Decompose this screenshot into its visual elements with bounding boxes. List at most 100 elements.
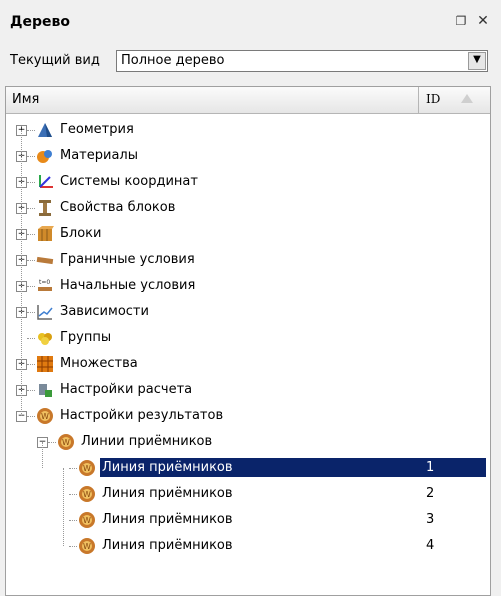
current-view-label: Текущий вид <box>10 53 100 68</box>
tree-row-label-wrap: Группы <box>58 328 113 347</box>
tree-row[interactable]: Группы <box>6 325 490 351</box>
tree-row-label: Системы координат <box>60 174 198 189</box>
tree-connector <box>69 546 77 547</box>
tree-row[interactable]: − W Линии приёмников <box>6 429 490 455</box>
tree-view[interactable]: Имя ID + Геометрия + Материалы + Системы коор… <box>5 86 491 596</box>
block-properties-icon <box>36 199 54 217</box>
receiver-lines-icon: W <box>57 433 75 451</box>
tree-connector <box>27 260 35 261</box>
tree-row[interactable]: W Линия приёмников 2 <box>6 481 490 507</box>
tree-row-label-wrap: Материалы <box>58 146 140 165</box>
tree-connector <box>27 312 35 313</box>
tree-row-label: Группы <box>60 330 112 345</box>
receiver-line-icon: W <box>78 537 96 555</box>
tree-row[interactable]: W Линия приёмников 3 <box>6 507 490 533</box>
close-icon[interactable]: ✕ <box>474 12 492 30</box>
tree-row-label-wrap: Множества <box>58 354 140 373</box>
tree-row-id: 2 <box>426 486 435 501</box>
column-separator[interactable] <box>418 87 419 113</box>
tree-connector <box>69 468 77 469</box>
current-view-row: Текущий вид Полное дерево ▼ <box>10 50 490 72</box>
svg-text:W: W <box>62 438 70 447</box>
tree-connector <box>69 494 77 495</box>
tree-connector <box>27 182 35 183</box>
tree-row-label: Линия приёмников <box>102 486 233 501</box>
tree-row-label: Линия приёмников <box>102 512 233 527</box>
materials-icon <box>36 147 54 165</box>
tree-row[interactable]: + Геометрия <box>6 117 490 143</box>
tree-row-label: Зависимости <box>60 304 149 319</box>
tree-connector <box>48 442 56 443</box>
chevron-down-icon[interactable]: ▼ <box>468 52 486 70</box>
tree-connector <box>27 390 35 391</box>
results-settings-icon: W <box>36 407 54 425</box>
svg-text:W: W <box>83 490 91 499</box>
column-header-name[interactable]: Имя <box>12 92 39 107</box>
tree-row[interactable]: + Системы координат <box>6 169 490 195</box>
tree-connector <box>27 130 35 131</box>
tree-row-id: 3 <box>426 512 435 527</box>
tree-row-label-wrap: Линии приёмников <box>79 432 214 451</box>
tree-connector <box>27 208 35 209</box>
tree-row-label-wrap: Свойства блоков <box>58 198 177 217</box>
tree-row[interactable]: − W Настройки результатов <box>6 403 490 429</box>
tree-connector <box>27 286 35 287</box>
tree-connector <box>42 442 43 468</box>
tree-row-label-wrap: Системы координат <box>58 172 200 191</box>
tree-row-label-wrap: Линия приёмников <box>100 484 235 503</box>
tree-connector <box>27 338 35 339</box>
tree-header: Имя ID <box>6 87 490 114</box>
tree-row-label: Множества <box>60 356 138 371</box>
tree-connector <box>27 416 35 417</box>
current-view-select[interactable]: Полное дерево ▼ <box>116 50 488 72</box>
tree-row[interactable]: W Линия приёмников 4 <box>6 533 490 559</box>
tree-connector <box>27 156 35 157</box>
tree-row[interactable]: + Множества <box>6 351 490 377</box>
tree-connector <box>27 234 35 235</box>
svg-text:W: W <box>83 464 91 473</box>
tree-connector <box>21 130 22 416</box>
tree-connector <box>63 468 64 546</box>
sort-icon <box>461 94 473 103</box>
svg-text:W: W <box>83 516 91 525</box>
svg-text:t=0: t=0 <box>39 279 50 286</box>
tree-row[interactable]: + t=0 Начальные условия <box>6 273 490 299</box>
groups-icon <box>36 329 54 347</box>
receiver-line-icon: W <box>78 459 96 477</box>
tree-row[interactable]: + Зависимости <box>6 299 490 325</box>
tree-row-label-wrap: Линия приёмников <box>100 536 235 555</box>
tree-connector <box>27 364 35 365</box>
panel-titlebar: Дерево ❐ ✕ <box>0 10 501 38</box>
tree-row-label-wrap: Линия приёмников <box>100 458 426 477</box>
tree-connector <box>69 520 77 521</box>
tree-row-label-wrap: Настройки результатов <box>58 406 225 425</box>
tree-row[interactable]: + Свойства блоков <box>6 195 490 221</box>
tree-panel: Дерево ❐ ✕ Текущий вид Полное дерево ▼ И… <box>0 0 501 596</box>
tree-row-label-wrap: Граничные условия <box>58 250 197 269</box>
tree-row-label-wrap: Блоки <box>58 224 103 243</box>
tree-row[interactable]: + Настройки расчета <box>6 377 490 403</box>
tree-row-label: Настройки расчета <box>60 382 193 397</box>
tree-row-label: Настройки результатов <box>60 408 224 423</box>
receiver-line-icon: W <box>78 511 96 529</box>
tree-row-label: Линия приёмников <box>102 460 233 475</box>
tree-row-label: Материалы <box>60 148 138 163</box>
tree-row-label-wrap: Начальные условия <box>58 276 197 295</box>
svg-text:W: W <box>41 412 49 421</box>
tree-row-label: Геометрия <box>60 122 134 137</box>
tree-row-label-wrap: Линия приёмников <box>100 510 235 529</box>
calc-settings-icon <box>36 381 54 399</box>
tree-row[interactable]: + Граничные условия <box>6 247 490 273</box>
tree-row-label-wrap: Геометрия <box>58 120 136 139</box>
tree-row-id: 1 <box>422 458 486 477</box>
blocks-icon <box>36 225 54 243</box>
dependencies-icon <box>36 303 54 321</box>
tree-row-label: Граничные условия <box>60 252 195 267</box>
tree-row[interactable]: W Линия приёмников 1 <box>6 455 490 481</box>
coordinate-systems-icon <box>36 173 54 191</box>
column-header-id[interactable]: ID <box>426 92 440 106</box>
float-panel-icon[interactable]: ❐ <box>452 12 470 30</box>
tree-row[interactable]: + Материалы <box>6 143 490 169</box>
receiver-line-icon: W <box>78 485 96 503</box>
tree-row[interactable]: + Блоки <box>6 221 490 247</box>
